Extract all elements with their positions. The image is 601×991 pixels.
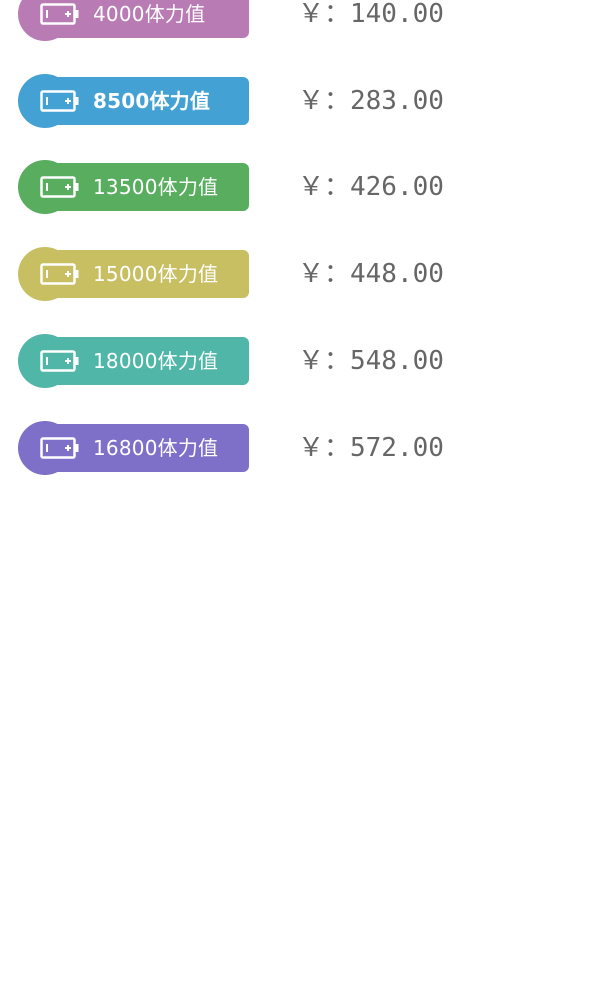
package-label: 16800体力值 [93,436,219,460]
package-row-18000[interactable]: 18000体力值 ￥：548.00 [0,333,601,389]
package-label: 4000体力值 [93,2,206,26]
package-price: ￥：448.00 [298,259,444,289]
package-badge[interactable]: 13500体力值 [18,159,249,215]
package-badge[interactable]: 15000体力值 [18,246,249,302]
battery-icon [40,435,80,461]
package-badge[interactable]: 8500体力值 [18,73,249,129]
battery-icon [40,1,80,27]
package-badge[interactable]: 16800体力值 [18,420,249,476]
package-price: ￥：548.00 [298,346,444,376]
package-price: ￥：140.00 [298,0,444,29]
package-label: 18000体力值 [93,349,219,373]
package-price: ￥：283.00 [298,86,444,116]
battery-icon [40,261,80,287]
battery-icon [40,88,80,114]
package-row-13500[interactable]: 13500体力值 ￥：426.00 [0,159,601,215]
package-badge[interactable]: 18000体力值 [18,333,249,389]
package-label: 8500体力值 [93,89,211,113]
battery-icon [40,174,80,200]
package-label: 13500体力值 [93,175,219,199]
package-badge[interactable]: 4000体力值 [18,0,249,42]
package-row-8500[interactable]: 8500体力值 ￥：283.00 [0,73,601,129]
battery-icon [40,348,80,374]
package-row-4000[interactable]: 4000体力值 ￥：140.00 [0,0,601,42]
package-price: ￥：426.00 [298,172,444,202]
package-label: 15000体力值 [93,262,219,286]
package-row-15000[interactable]: 15000体力值 ￥：448.00 [0,246,601,302]
package-price: ￥：572.00 [298,433,444,463]
package-row-16800[interactable]: 16800体力值 ￥：572.00 [0,420,601,476]
